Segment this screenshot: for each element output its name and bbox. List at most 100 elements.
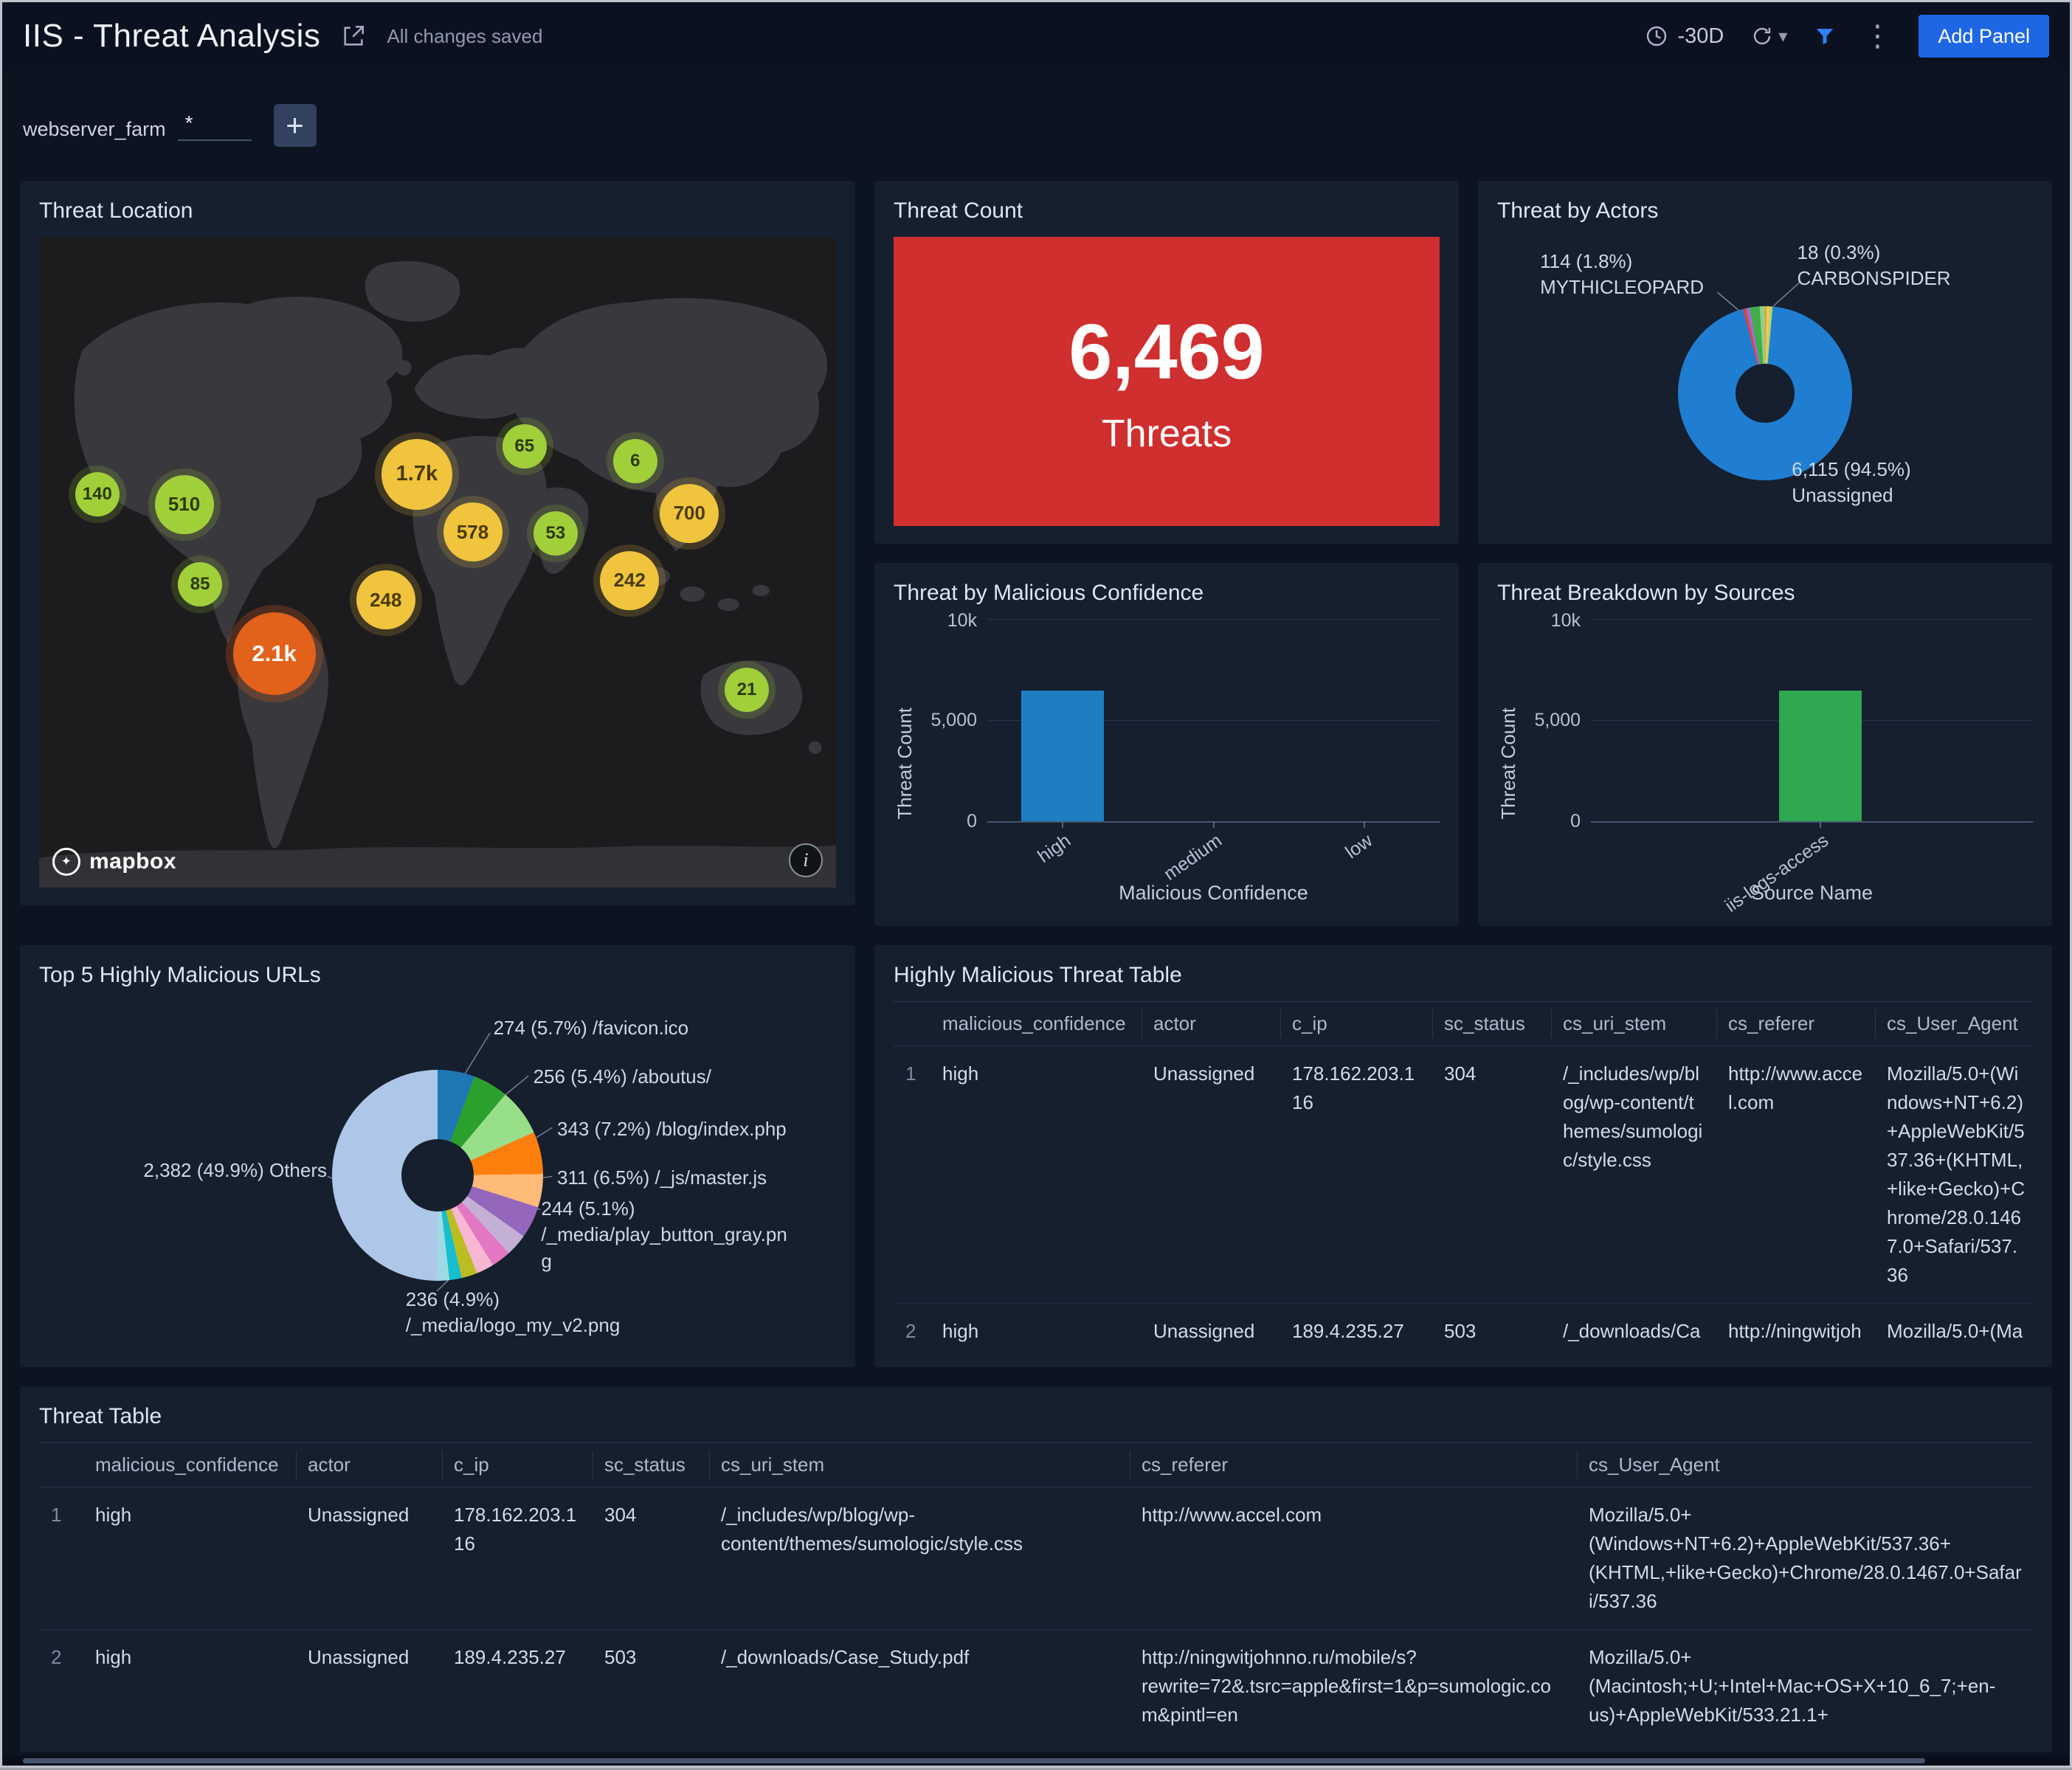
- urls-donut[interactable]: [332, 1070, 543, 1281]
- map-bubble[interactable]: 53: [533, 511, 578, 556]
- cell-cs-user-agent: Mozilla/5.0+(Windows+NT+6.2)+AppleWebKit…: [1875, 1045, 2033, 1304]
- map-bubble[interactable]: 85: [178, 561, 223, 606]
- actors-donut[interactable]: [1678, 305, 1852, 480]
- panel-title: Threat by Actors: [1497, 198, 1659, 223]
- plot-area: high medium low: [987, 619, 1440, 885]
- column-header[interactable]: cs_referer: [1716, 1001, 1875, 1046]
- x-tick: low: [1341, 830, 1376, 863]
- filter-value-input[interactable]: [177, 110, 252, 141]
- map-bubble[interactable]: 65: [502, 424, 547, 469]
- panel-top-urls: Top 5 Highly Malicious URLs 274 (5.7%) /…: [20, 945, 855, 1367]
- world-map[interactable]: 140 510 85 2.1k 248 1.7k 578 65 53 6 700 242 21 ✦ ma…: [39, 237, 836, 888]
- panel-title: Threat by Malicious Confidence: [894, 581, 1204, 605]
- panel-threat-count: Threat Count 6,469 Threats: [874, 181, 1459, 544]
- kebab-menu-icon[interactable]: ⋮: [1862, 21, 1892, 51]
- clock-icon: [1647, 26, 1667, 46]
- filter-field-name: webserver_farm: [23, 118, 166, 140]
- panel-title: Threat Count: [894, 198, 1023, 223]
- dashboard-content: Threat Location 140 510 85 2.1k 248 1.7k…: [2, 181, 2070, 1770]
- panel-threat-location: Threat Location 140 510 85 2.1k 248 1.7k…: [20, 181, 855, 905]
- cell-sc-status: 304: [593, 1487, 709, 1630]
- map-bubble[interactable]: 578: [443, 502, 503, 562]
- map-bubble[interactable]: 21: [725, 667, 770, 712]
- filter-icon[interactable]: [1814, 25, 1836, 47]
- time-range-control[interactable]: -30D: [1645, 24, 1724, 49]
- cell-cs-uri-stem: /_downloads/Case_Study.pdf: [709, 1629, 1130, 1735]
- map-bubble[interactable]: 1.7k: [381, 438, 452, 510]
- cell-sc-status: 503: [593, 1629, 709, 1735]
- column-header[interactable]: cs_uri_stem: [709, 1442, 1130, 1487]
- column-header[interactable]: malicious_confidence: [83, 1442, 296, 1487]
- column-header[interactable]: sc_status: [593, 1442, 709, 1487]
- column-header[interactable]: actor: [296, 1442, 442, 1487]
- map-bubble[interactable]: 140: [75, 472, 120, 517]
- refresh-icon: [1754, 27, 1771, 45]
- horizontal-scrollbar[interactable]: [2, 1756, 2070, 1766]
- threat-count-value: 6,469: [1068, 308, 1265, 395]
- urls-donut-chart: 274 (5.7%) /favicon.ico 256 (5.4%) /abou…: [39, 1001, 836, 1349]
- column-header[interactable]: actor: [1142, 1001, 1280, 1046]
- map-info-icon[interactable]: i: [789, 843, 823, 877]
- table-row[interactable]: 2 high Unassigned 189.4.235.27 503 /_dow…: [39, 1629, 2033, 1735]
- panel-title: Threat Location: [39, 198, 193, 223]
- mapbox-logo-icon: ✦: [52, 848, 80, 876]
- cell-malicious-confidence: high: [83, 1487, 296, 1630]
- filter-bar: webserver_farm +: [2, 70, 2070, 181]
- bar-iis-logs-access[interactable]: [1779, 690, 1862, 821]
- column-header[interactable]: cs_referer: [1130, 1442, 1577, 1487]
- x-tick: high: [1034, 830, 1075, 868]
- cell-c-ip: 178.162.203.116: [1280, 1045, 1432, 1304]
- map-bubble[interactable]: 2.1k: [232, 612, 316, 696]
- share-icon[interactable]: [341, 24, 366, 49]
- row-number-header: [894, 1001, 930, 1046]
- cell-malicious-confidence: high: [83, 1629, 296, 1735]
- pie-label-blog-index: 343 (7.2%) /blog/index.php: [557, 1117, 787, 1140]
- refresh-control[interactable]: ▾: [1750, 24, 1787, 48]
- column-header[interactable]: c_ip: [442, 1442, 593, 1487]
- time-range-value: -30D: [1677, 24, 1724, 48]
- scrollbar-thumb[interactable]: [23, 1758, 1925, 1763]
- threat-count-tile[interactable]: 6,469 Threats: [894, 237, 1440, 526]
- column-header[interactable]: c_ip: [1280, 1001, 1432, 1046]
- column-header[interactable]: cs_User_Agent: [1577, 1442, 2033, 1487]
- actors-donut-chart: 114 (1.8%) MYTHICLEOPARD 18 (0.3%) CARBO…: [1497, 237, 2033, 526]
- add-panel-button[interactable]: Add Panel: [1919, 15, 2049, 58]
- pie-label-js-master: 311 (6.5%) /_js/master.js: [557, 1166, 767, 1189]
- dashboard-title: IIS - Threat Analysis: [23, 18, 321, 54]
- bar-high[interactable]: [1021, 690, 1105, 821]
- panel-title: Threat Table: [39, 1404, 162, 1428]
- map-bubble[interactable]: 248: [356, 570, 415, 630]
- x-axis-label: Malicious Confidence: [1119, 882, 1308, 904]
- table-row[interactable]: 2 high Unassigned 189.4.235.27 503 /_dow…: [894, 1303, 2033, 1349]
- cell-malicious-confidence: high: [930, 1045, 1142, 1304]
- column-header[interactable]: cs_User_Agent: [1875, 1001, 2033, 1046]
- chevron-down-icon: ▾: [1778, 26, 1788, 46]
- mapbox-attribution[interactable]: ✦ mapbox: [52, 848, 176, 876]
- panel-threat-by-actors: Threat by Actors 114 (1.8%) MYTHICLEOPAR…: [1478, 181, 2052, 544]
- add-filter-button[interactable]: +: [273, 104, 317, 147]
- table-row[interactable]: 1 high Unassigned 178.162.203.116 304 /_…: [894, 1045, 2033, 1304]
- x-tick: medium: [1159, 830, 1226, 885]
- panel-highly-malicious-table: Highly Malicious Threat Table malicious_…: [874, 945, 2052, 1367]
- pie-label-mythicleopard: 114 (1.8%) MYTHICLEOPARD: [1540, 249, 1705, 298]
- cell-cs-referer: http://ningwitjohnno.ru/mobile/s?: [1716, 1303, 1875, 1349]
- top-bar: IIS - Threat Analysis All changes saved …: [2, 2, 2070, 70]
- cell-cs-referer: http://www.accel.com: [1716, 1045, 1875, 1304]
- highly-malicious-threat-table: malicious_confidence actor c_ip sc_status cs…: [894, 1001, 2033, 1349]
- map-bubble[interactable]: 6: [612, 439, 657, 484]
- panel-title: Top 5 Highly Malicious URLs: [39, 963, 321, 987]
- column-header[interactable]: malicious_confidence: [930, 1001, 1142, 1046]
- y-axis-label: Threat Count: [894, 708, 916, 820]
- y-axis-ticks: 10k 5,000 0: [1534, 610, 1581, 832]
- cell-sc-status: 503: [1432, 1303, 1551, 1349]
- panel-threat-table: Threat Table malicious_confidence actor c_…: [20, 1386, 2052, 1752]
- cell-cs-user-agent: Mozilla/5.0+(Windows+NT+6.2)+AppleWebKit…: [1577, 1487, 2033, 1630]
- pie-label-aboutus: 256 (5.4%) /aboutus/: [533, 1065, 711, 1088]
- table-row[interactable]: 1 high Unassigned 178.162.203.116 304 /_…: [39, 1487, 2033, 1630]
- column-header[interactable]: sc_status: [1432, 1001, 1551, 1046]
- map-bubbles: 140 510 85 2.1k 248 1.7k 578 65 53 6 700 242 21: [39, 237, 836, 888]
- map-bubble[interactable]: 700: [660, 483, 719, 543]
- column-header[interactable]: cs_uri_stem: [1551, 1001, 1716, 1046]
- map-bubble[interactable]: 242: [600, 550, 660, 610]
- map-bubble[interactable]: 510: [154, 474, 214, 534]
